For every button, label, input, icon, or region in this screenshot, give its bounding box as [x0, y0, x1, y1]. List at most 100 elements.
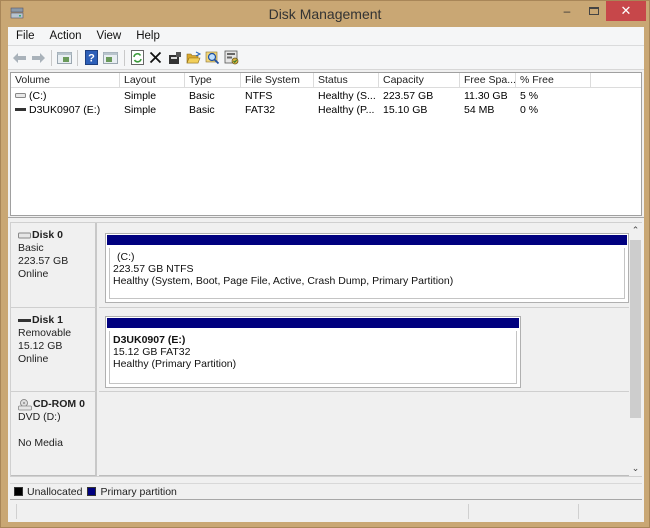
volume-percent-free: 5 %	[520, 90, 539, 102]
volume-name: (C:)	[29, 90, 47, 102]
column-header-free-space[interactable]: Free Spa...	[460, 73, 516, 88]
scrollbar-thumb[interactable]	[630, 240, 641, 418]
refresh-button[interactable]	[129, 49, 146, 66]
help-icon: ?	[85, 50, 98, 65]
volume-row[interactable]: D3UK0907 (E:) Simple Basic FAT32 Healthy…	[11, 103, 641, 117]
partition-size-fs: 223.57 GB NTFS	[113, 263, 194, 275]
menu-action[interactable]: Action	[42, 30, 89, 42]
status-bar	[8, 501, 644, 522]
delete-icon	[149, 51, 162, 64]
hard-drive-icon	[15, 92, 26, 98]
scroll-down-icon[interactable]: ⌄	[629, 462, 642, 475]
volume-type: Basic	[189, 90, 215, 102]
volume-type: Basic	[189, 104, 215, 116]
back-icon	[13, 52, 26, 63]
partition-status: Healthy (Primary Partition)	[113, 358, 237, 370]
hard-drive-icon	[18, 232, 31, 239]
volume-row[interactable]: (C:) Simple Basic NTFS Healthy (S... 223…	[11, 89, 641, 103]
disk-graphical-view: Disk 0 Basic 223.57 GB Online (C:) 223.5…	[10, 222, 642, 477]
help-button[interactable]: ?	[83, 49, 100, 66]
properties-button[interactable]	[166, 49, 183, 66]
menu-bar: File Action View Help	[8, 27, 644, 46]
volume-layout: Simple	[124, 90, 157, 102]
legend-bar: Unallocated Primary partition	[10, 483, 642, 500]
delete-button[interactable]	[147, 49, 164, 66]
toolbar: ?	[8, 46, 644, 70]
minimize-button[interactable]: –	[554, 1, 580, 21]
show-hide-console-tree-button[interactable]	[56, 49, 73, 66]
volume-list: Volume Layout Type File System Status Ca…	[10, 72, 642, 216]
menu-file[interactable]: File	[8, 30, 42, 42]
disk-1-area: D3UK0907 (E:) 15.12 GB FAT32 Healthy (Pr…	[99, 308, 629, 392]
show-hide-action-pane-button[interactable]	[102, 49, 119, 66]
status-separator	[578, 504, 579, 519]
column-header-file-system[interactable]: File System	[241, 73, 314, 88]
column-header-type[interactable]: Type	[185, 73, 241, 88]
volume-file-system: FAT32	[245, 104, 276, 116]
disk-state: No Media	[18, 437, 63, 449]
maximize-button[interactable]	[581, 1, 607, 21]
refresh-icon	[131, 50, 144, 65]
forward-icon	[32, 52, 45, 63]
vertical-scrollbar[interactable]: ⌃ ⌄	[629, 223, 642, 476]
forward-button[interactable]	[30, 49, 47, 66]
minimize-icon: –	[563, 4, 571, 18]
partition-c[interactable]: (C:) 223.57 GB NTFS Healthy (System, Boo…	[105, 233, 629, 303]
back-button[interactable]	[11, 49, 28, 66]
column-header-layout[interactable]: Layout	[120, 73, 185, 88]
menu-help[interactable]: Help	[128, 30, 167, 42]
folder-open-icon	[186, 51, 201, 64]
svg-text:?: ?	[88, 53, 95, 65]
column-header-volume[interactable]: Volume	[11, 73, 120, 88]
toolbar-separator	[51, 50, 52, 66]
disk-size: 15.12 GB	[18, 340, 63, 352]
toolbar-separator	[77, 50, 78, 66]
disk-management-window: Disk Management – ✕ File Action View Hel…	[0, 0, 650, 528]
properties-icon	[168, 51, 181, 64]
column-header-capacity[interactable]: Capacity	[379, 73, 460, 88]
volume-list-header: Volume Layout Type File System Status Ca…	[11, 73, 641, 88]
legend-unallocated: Unallocated	[27, 485, 83, 498]
disk-0-label[interactable]: Disk 0 Basic 223.57 GB Online	[11, 223, 97, 308]
disk-state: Online	[18, 268, 49, 280]
unallocated-swatch	[14, 487, 23, 496]
close-button[interactable]: ✕	[606, 1, 646, 21]
cdrom-0-area	[99, 392, 629, 476]
disk-name: CD-ROM 0	[33, 398, 85, 410]
disk-1-label[interactable]: Disk 1 Removable 15.12 GB Online	[11, 308, 97, 392]
volume-free-space: 54 MB	[464, 104, 495, 116]
disk-kind: DVD (D:)	[18, 411, 61, 423]
magnifier-icon	[205, 51, 220, 65]
partition-label: (C:)	[117, 251, 135, 263]
removable-drive-icon	[15, 107, 26, 111]
open-button[interactable]	[185, 49, 202, 66]
menu-view[interactable]: View	[89, 30, 129, 42]
title-bar[interactable]: Disk Management – ✕	[1, 1, 649, 28]
cd-rom-icon	[18, 398, 32, 410]
volume-capacity: 15.10 GB	[383, 104, 428, 116]
partition-status: Healthy (System, Boot, Page File, Active…	[113, 275, 454, 287]
toolbar-separator	[124, 50, 125, 66]
volume-capacity: 223.57 GB	[383, 90, 434, 102]
settings-icon	[224, 50, 239, 65]
primary-partition-bar	[107, 318, 519, 328]
column-header-status[interactable]: Status	[314, 73, 379, 88]
volume-status: Healthy (S...	[318, 90, 376, 102]
partition-e[interactable]: D3UK0907 (E:) 15.12 GB FAT32 Healthy (Pr…	[105, 316, 521, 388]
volume-layout: Simple	[124, 104, 157, 116]
cdrom-0-label[interactable]: CD-ROM 0 DVD (D:) No Media	[11, 392, 97, 476]
disk-state: Online	[18, 353, 49, 365]
settings-button[interactable]	[223, 49, 240, 66]
removable-drive-icon	[18, 319, 31, 322]
disk-kind: Basic	[18, 242, 44, 254]
disk-name: Disk 1	[32, 314, 63, 326]
column-header-percent-free[interactable]: % Free	[516, 73, 591, 88]
column-header-filler	[591, 73, 641, 88]
legend-primary-partition: Primary partition	[100, 485, 177, 498]
explore-button[interactable]	[204, 49, 221, 66]
client-area: File Action View Help ? Volume Layout Ty…	[8, 27, 644, 522]
scroll-up-icon[interactable]: ⌃	[629, 224, 642, 237]
status-separator	[468, 504, 469, 519]
volume-status: Healthy (P...	[318, 104, 375, 116]
disk-kind: Removable	[18, 327, 72, 339]
